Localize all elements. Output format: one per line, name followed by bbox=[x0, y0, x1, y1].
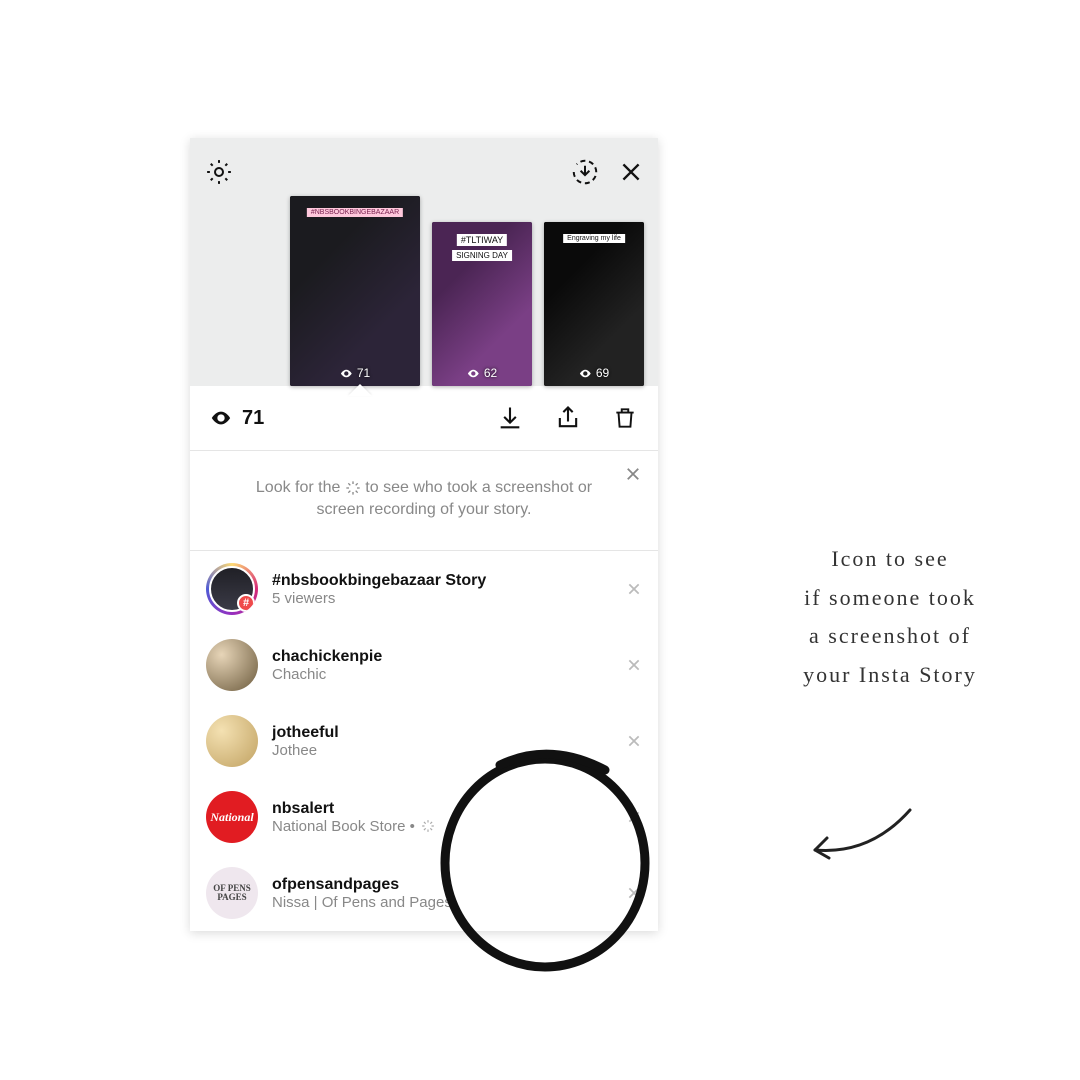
list-item[interactable]: OF PENS PAGES ofpensandpages Nissa | Of … bbox=[190, 855, 658, 931]
avatar bbox=[206, 715, 258, 767]
avatar bbox=[206, 639, 258, 691]
annotation-arrow bbox=[800, 800, 920, 870]
list-item[interactable]: chachickenpie Chachic bbox=[190, 627, 658, 703]
save-all-icon[interactable] bbox=[570, 157, 600, 187]
viewer-sub: Jothee bbox=[272, 742, 612, 759]
list-item[interactable]: National nbsalert National Book Store • bbox=[190, 779, 658, 855]
viewer-name: chachickenpie bbox=[272, 648, 612, 666]
avatar: OF PENS PAGES bbox=[206, 867, 258, 919]
avatar: National bbox=[206, 791, 258, 843]
viewer-sub: Nissa | Of Pens and Pages bbox=[272, 894, 612, 911]
selected-pointer bbox=[348, 384, 372, 396]
avatar: # bbox=[206, 563, 258, 615]
close-icon[interactable] bbox=[618, 159, 644, 185]
thumb-tag: Engraving my life bbox=[563, 234, 625, 243]
burst-icon bbox=[345, 480, 361, 496]
thumb-tag: #TLTIWAY bbox=[457, 234, 507, 246]
thumb-viewcount: 69 bbox=[579, 366, 609, 380]
remove-viewer-icon[interactable] bbox=[626, 657, 642, 673]
viewer-name: ofpensandpages bbox=[272, 876, 612, 894]
share-icon[interactable] bbox=[554, 404, 582, 432]
story-thumb-3[interactable]: Engraving my life 69 bbox=[544, 222, 644, 386]
story-viewers-panel: #NBSBOOKBINGEBAZAAR 71 #TLTIWAY SIGNING … bbox=[190, 138, 658, 931]
hint-text-before: Look for the bbox=[256, 479, 345, 496]
trash-icon[interactable] bbox=[612, 405, 638, 431]
list-item[interactable]: # #nbsbookbingebazaar Story 5 viewers bbox=[190, 551, 658, 627]
burst-icon bbox=[421, 819, 435, 833]
viewers-list: # #nbsbookbingebazaar Story 5 viewers ch… bbox=[190, 551, 658, 931]
remove-viewer-icon[interactable] bbox=[626, 733, 642, 749]
download-icon[interactable] bbox=[496, 404, 524, 432]
thumb-subtag: SIGNING DAY bbox=[452, 250, 512, 261]
remove-viewer-icon[interactable] bbox=[626, 885, 642, 901]
viewer-sub: 5 viewers bbox=[272, 590, 612, 607]
settings-icon[interactable] bbox=[204, 157, 234, 187]
screenshot-hint: Look for the to see who took a screensho… bbox=[190, 451, 658, 551]
viewer-name: #nbsbookbingebazaar Story bbox=[272, 572, 612, 590]
thumb-viewcount: 71 bbox=[340, 366, 370, 380]
viewer-name: jotheeful bbox=[272, 724, 612, 742]
thumb-viewcount: 62 bbox=[467, 366, 497, 380]
view-count: 71 bbox=[210, 407, 486, 430]
viewer-sub: National Book Store • bbox=[272, 818, 612, 835]
thumb-tag: #NBSBOOKBINGEBAZAAR bbox=[307, 208, 403, 217]
annotation-caption: Icon to see if someone took a screenshot… bbox=[735, 540, 1045, 694]
story-actions-bar: 71 bbox=[190, 386, 658, 451]
story-thumb-2[interactable]: #TLTIWAY SIGNING DAY 62 bbox=[432, 222, 532, 386]
story-thumb-1[interactable]: #NBSBOOKBINGEBAZAAR 71 bbox=[290, 196, 420, 386]
list-item[interactable]: jotheeful Jothee bbox=[190, 703, 658, 779]
story-thumbnails: #NBSBOOKBINGEBAZAAR 71 #TLTIWAY SIGNING … bbox=[190, 196, 658, 386]
viewer-name: nbsalert bbox=[272, 800, 612, 818]
viewer-sub: Chachic bbox=[272, 666, 612, 683]
dismiss-hint-icon[interactable] bbox=[624, 465, 642, 483]
story-strip: #NBSBOOKBINGEBAZAAR 71 #TLTIWAY SIGNING … bbox=[190, 138, 658, 386]
remove-viewer-icon[interactable] bbox=[626, 581, 642, 597]
remove-viewer-icon[interactable] bbox=[626, 809, 642, 825]
